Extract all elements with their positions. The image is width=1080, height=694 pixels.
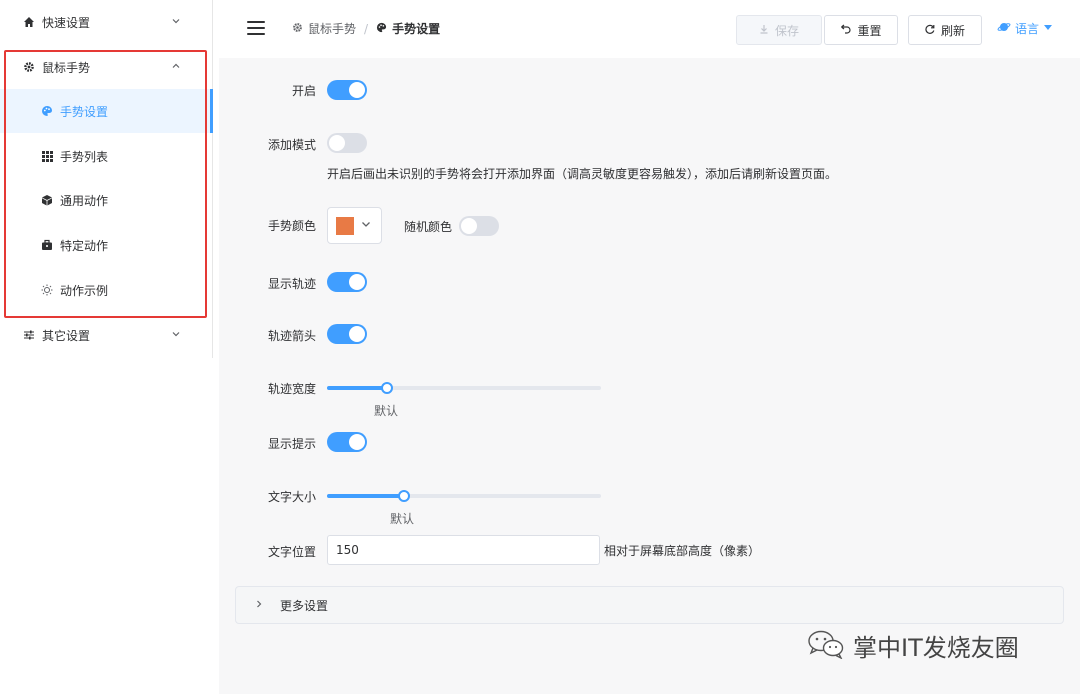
random-color-label: 随机颜色 <box>404 220 453 234</box>
gear-icon <box>22 60 36 74</box>
color-swatch <box>336 217 354 235</box>
chevron-up-icon <box>170 60 182 72</box>
gesture-color-label: 手势颜色 <box>267 219 316 233</box>
save-button-label: 保存 <box>774 23 799 38</box>
sidebar-item-label: 手势设置 <box>60 104 109 119</box>
sidebar-item-quick-settings[interactable]: 快速设置 <box>0 0 212 44</box>
show-trail-switch[interactable] <box>327 272 367 292</box>
watermark: 掌中IT发烧友圈 <box>807 628 1019 663</box>
sidebar-item-label: 鼠标手势 <box>42 60 91 75</box>
sidebar-item-gesture-settings[interactable]: 手势设置 <box>0 89 212 133</box>
sidebar: 快速设置 鼠标手势 手势设置 手势列表 通用动作 特定动作 动作示例 其它设置 <box>0 0 213 358</box>
slider-thumb[interactable] <box>398 490 410 502</box>
sidebar-item-action-examples[interactable]: 动作示例 <box>0 268 212 312</box>
header: 鼠标手势 / 手势设置 保存 重置 刷新 语言 <box>219 0 1080 58</box>
show-trail-label: 显示轨迹 <box>267 277 316 291</box>
chevron-down-icon <box>360 218 372 233</box>
sidebar-item-gesture-list[interactable]: 手势列表 <box>0 134 212 178</box>
sidebar-item-specific-actions[interactable]: 特定动作 <box>0 223 212 267</box>
breadcrumb-separator: / <box>364 21 369 36</box>
trail-arrow-label: 轨迹箭头 <box>267 329 316 343</box>
sidebar-item-label: 特定动作 <box>60 238 109 253</box>
show-hint-label: 显示提示 <box>267 437 316 451</box>
home-icon <box>22 15 36 29</box>
watermark-text: 掌中IT发烧友圈 <box>853 634 1019 662</box>
enable-label: 开启 <box>291 84 316 98</box>
briefcase-icon <box>40 238 54 252</box>
add-mode-switch[interactable] <box>327 133 367 153</box>
download-icon <box>759 24 769 37</box>
sidebar-item-common-actions[interactable]: 通用动作 <box>0 178 212 222</box>
breadcrumb: 鼠标手势 / 手势设置 <box>292 20 440 37</box>
text-size-caption: 默认 <box>390 512 415 526</box>
refresh-button[interactable]: 刷新 <box>908 15 982 45</box>
save-button[interactable]: 保存 <box>736 15 822 45</box>
enable-switch[interactable] <box>327 80 367 100</box>
bulb-icon <box>40 283 54 297</box>
chevron-down-icon <box>170 15 182 27</box>
caret-down-icon <box>1044 24 1053 33</box>
more-settings-collapse[interactable]: 更多设置 <box>235 586 1064 624</box>
add-mode-hint: 开启后画出未识别的手势将会打开添加界面（调高灵敏度更容易触发），添加后请刷新设置… <box>327 167 838 181</box>
random-color-switch[interactable] <box>459 216 499 236</box>
slider-thumb[interactable] <box>381 382 393 394</box>
text-size-label: 文字大小 <box>267 490 316 504</box>
menu-toggle-icon[interactable] <box>247 21 265 35</box>
language-label: 语言 <box>1015 22 1040 36</box>
sidebar-item-label: 快速设置 <box>42 15 91 30</box>
gesture-color-picker[interactable] <box>327 207 382 244</box>
gear-icon <box>292 22 303 36</box>
chevron-down-icon <box>170 328 182 340</box>
add-mode-label: 添加模式 <box>267 138 316 152</box>
trail-width-slider[interactable] <box>327 378 601 398</box>
trail-width-caption: 默认 <box>374 404 399 418</box>
text-position-input[interactable]: 150 <box>327 535 600 565</box>
breadcrumb-parent[interactable]: 鼠标手势 <box>308 20 356 37</box>
chevron-right-icon <box>254 599 266 612</box>
text-position-suffix: 相对于屏幕底部高度（像素） <box>604 544 761 558</box>
sidebar-item-label: 手势列表 <box>60 149 109 164</box>
more-settings-label: 更多设置 <box>280 598 329 613</box>
sidebar-item-mouse-gesture[interactable]: 鼠标手势 <box>0 45 212 89</box>
text-size-slider[interactable] <box>327 486 601 506</box>
breadcrumb-current: 手势设置 <box>392 22 441 36</box>
sidebar-item-other-settings[interactable]: 其它设置 <box>0 313 212 357</box>
trail-width-label: 轨迹宽度 <box>267 382 316 396</box>
refresh-icon <box>925 24 935 37</box>
sidebar-item-label: 动作示例 <box>60 283 109 298</box>
text-position-label: 文字位置 <box>267 545 316 559</box>
undo-icon <box>840 24 852 37</box>
planet-icon <box>997 21 1011 36</box>
language-dropdown[interactable]: 语言 <box>997 20 1053 37</box>
cube-icon <box>40 193 54 207</box>
sidebar-item-label: 其它设置 <box>42 328 91 343</box>
grid-icon <box>40 149 54 163</box>
wechat-icon <box>807 629 845 662</box>
palette-icon <box>40 104 54 118</box>
reset-button-label: 重置 <box>857 23 882 38</box>
refresh-button-label: 刷新 <box>940 23 965 38</box>
trail-arrow-switch[interactable] <box>327 324 367 344</box>
active-indicator <box>210 89 213 133</box>
reset-button[interactable]: 重置 <box>824 15 898 45</box>
sliders-icon <box>22 328 36 342</box>
show-hint-switch[interactable] <box>327 432 367 452</box>
settings-panel: 开启 添加模式 开启后画出未识别的手势将会打开添加界面（调高灵敏度更容易触发），… <box>219 58 1080 694</box>
sidebar-item-label: 通用动作 <box>60 193 109 208</box>
palette-icon <box>376 22 387 36</box>
